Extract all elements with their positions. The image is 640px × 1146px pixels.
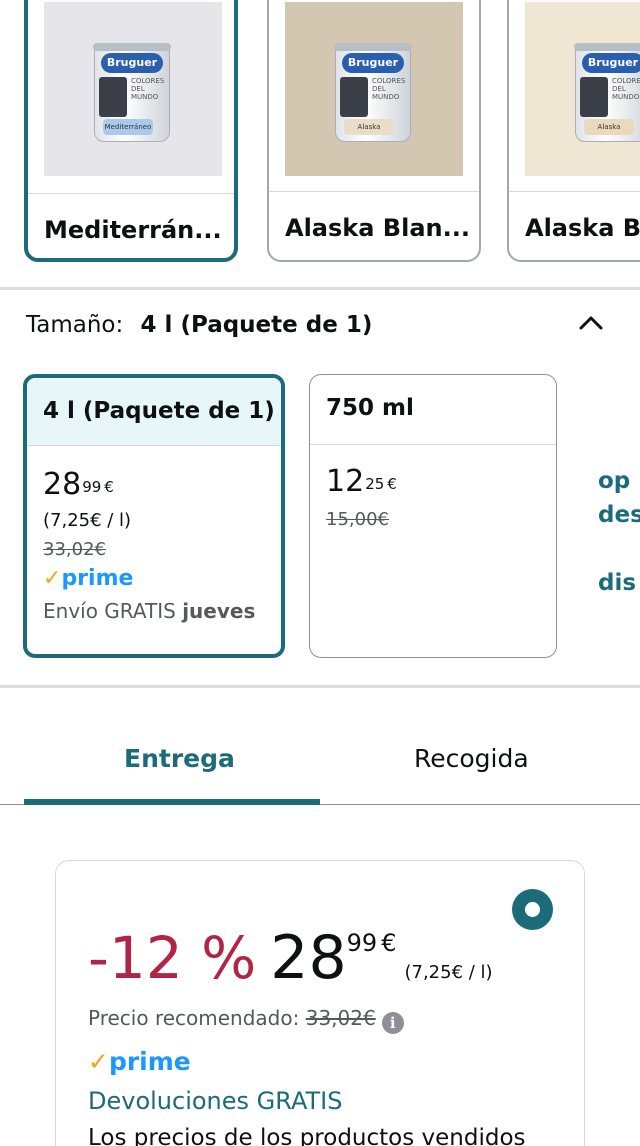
product-line: COLORES DEL MUNDO [612, 77, 640, 101]
size-label: Tamaño: [26, 312, 124, 338]
paint-can-illustration: Bruguer COLORES DEL MUNDO Alaska [334, 43, 412, 142]
paint-can-illustration: Bruguer COLORES DEL MUNDO Alaska [574, 43, 640, 142]
product-image: Bruguer COLORES DEL MUNDO Mediterráneo [44, 2, 222, 176]
free-returns-link[interactable]: Devoluciones GRATIS [88, 1087, 343, 1115]
shipping-info: Envío GRATIS jueves [43, 599, 256, 623]
more-options-link[interactable]: op des dis [598, 464, 640, 600]
swatch-name: Alaska Bl [525, 214, 640, 242]
brand-logo: Bruguer [582, 53, 640, 73]
tab-recogida[interactable]: Recogida [414, 744, 529, 773]
info-icon[interactable]: i [381, 1012, 404, 1034]
unit-price: (7,25€ / l) [43, 510, 132, 531]
can-color-label: Alaska [344, 119, 394, 135]
section-divider [0, 287, 640, 290]
more-options-text: op [598, 468, 631, 494]
swatch-name: Alaska Blan... [285, 214, 470, 242]
discount-percent: -12 % [88, 924, 257, 992]
radio-selected-icon[interactable] [512, 889, 553, 930]
size-option-title: 4 l (Paquete de 1) [27, 378, 281, 446]
size-option-750ml[interactable]: 750 ml 1225 € 15,00€ [309, 374, 557, 658]
product-image: Bruguer COLORES DEL MUNDO Alaska [525, 2, 640, 176]
deal-unit-price: (7,25€ / l) [404, 962, 493, 983]
swatch-card-mediterraneo[interactable]: Bruguer COLORES DEL MUNDO Mediterráneo M… [24, 0, 238, 262]
size-value: 4 l (Paquete de 1) [140, 312, 373, 338]
prime-check-icon: ✓ [88, 1047, 109, 1076]
product-line: COLORES DEL MUNDO [131, 77, 165, 101]
brand-logo: Bruguer [101, 53, 163, 73]
old-price: 15,00€ [326, 509, 389, 530]
more-options-text [598, 532, 640, 566]
chevron-up-icon[interactable] [578, 310, 604, 336]
size-selector-header[interactable]: Tamaño: 4 l (Paquete de 1) [26, 312, 372, 338]
deal-price-line: -12 % 2899 € (7,25€ / l) [88, 923, 493, 993]
paint-can-illustration: Bruguer COLORES DEL MUNDO Mediterráneo [93, 43, 171, 142]
size-option-title: 750 ml [310, 375, 556, 445]
prime-check-icon: ✓ [43, 566, 62, 591]
can-color-label: Alaska [584, 119, 634, 135]
prime-badge: ✓prime [88, 1047, 191, 1076]
prime-badge: ✓prime [43, 566, 134, 591]
color-swatch-carousel: Bruguer COLORES DEL MUNDO Mediterráneo M… [0, 0, 640, 270]
old-price: 33,02€ [43, 539, 106, 560]
brand-logo: Bruguer [342, 53, 404, 73]
swatch-card-alaska-blanco-2[interactable]: Bruguer COLORES DEL MUNDO Alaska Alaska … [507, 0, 640, 262]
recommended-price: Precio recomendado: 33,02€ i [88, 1006, 404, 1034]
swatch-card-alaska-blanco[interactable]: Bruguer COLORES DEL MUNDO Alaska Alaska … [267, 0, 481, 262]
more-options-text: dis [598, 570, 637, 596]
product-line: COLORES DEL MUNDO [372, 77, 406, 101]
size-option-price: 1225 € [326, 464, 397, 499]
active-tab-indicator [24, 799, 320, 805]
price-note: Los precios de los productos vendidos [88, 1125, 526, 1146]
product-image: Bruguer COLORES DEL MUNDO Alaska [285, 2, 463, 176]
size-option-4l[interactable]: 4 l (Paquete de 1) 2899 € (7,25€ / l) 33,… [23, 374, 285, 658]
size-option-price: 2899 € [43, 467, 114, 502]
deal-price: 2899 € [270, 923, 397, 993]
can-color-label: Mediterráneo [103, 119, 153, 135]
swatch-name: Mediterrán... [44, 216, 222, 244]
section-divider [0, 685, 640, 688]
buy-box-offer[interactable]: -12 % 2899 € (7,25€ / l) Precio recomendado… [55, 860, 585, 1146]
more-options-text: des [598, 502, 640, 528]
tab-entrega[interactable]: Entrega [124, 744, 235, 773]
